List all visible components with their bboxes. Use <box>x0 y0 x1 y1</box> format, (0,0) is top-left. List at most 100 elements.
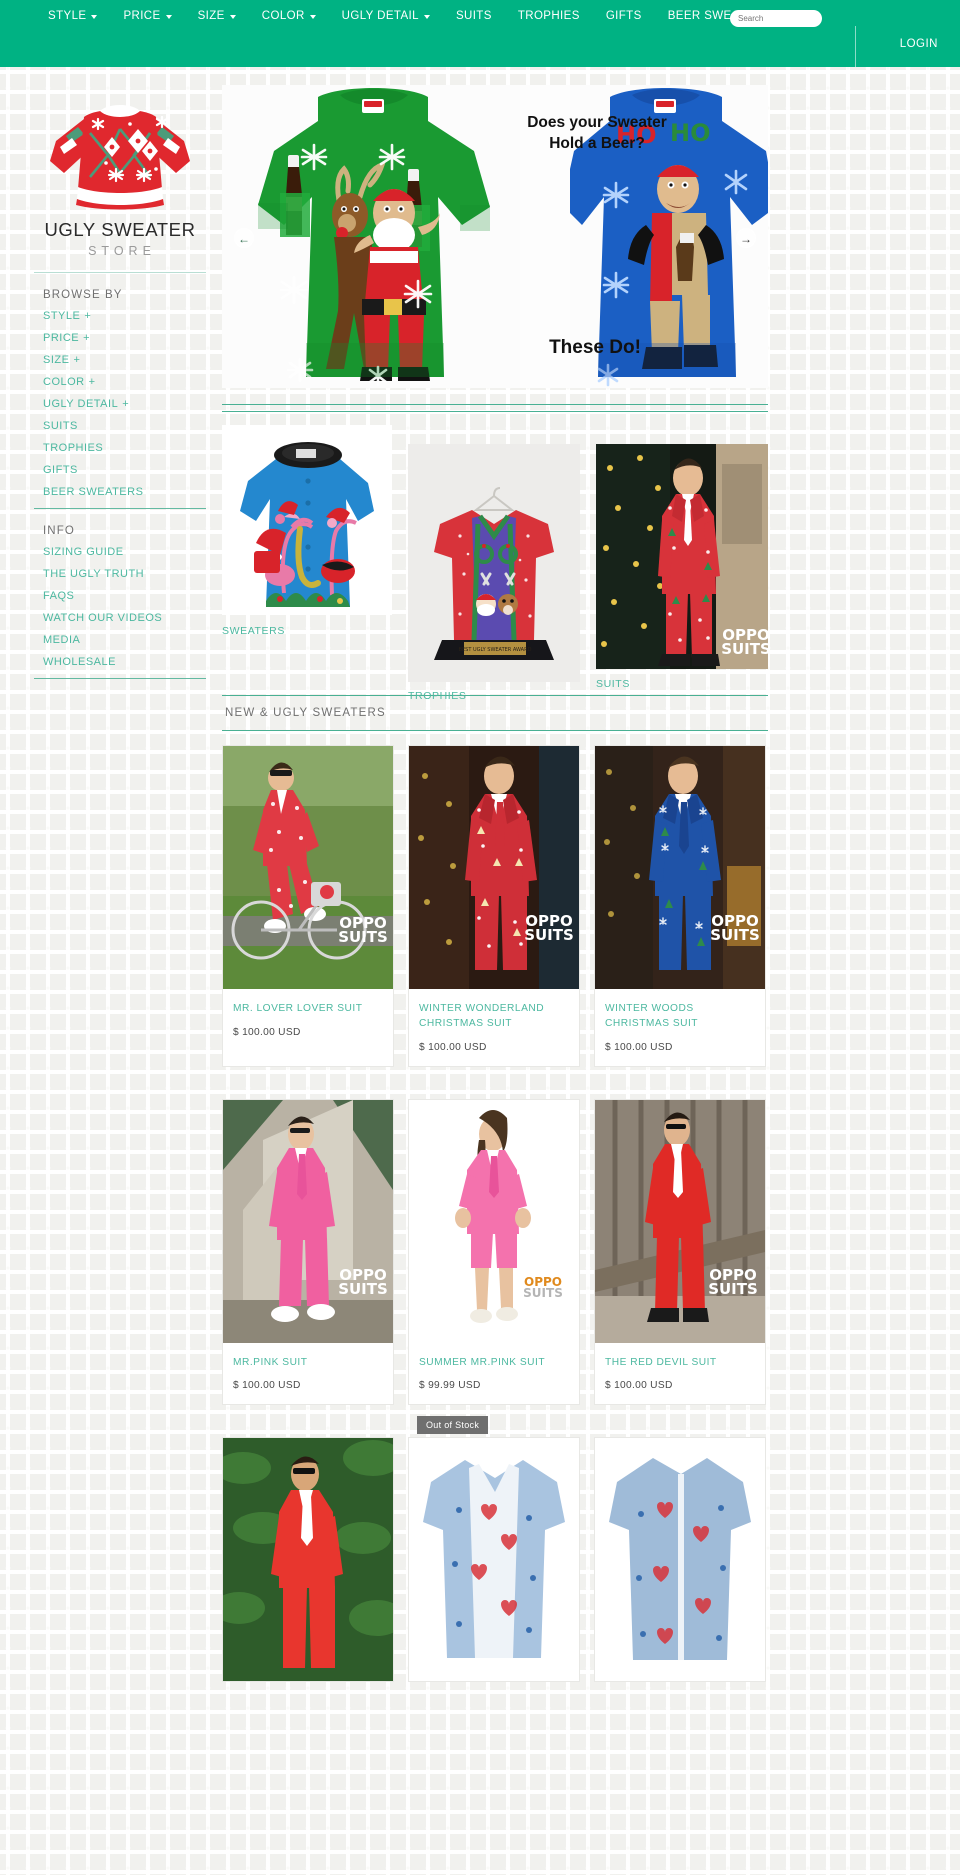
sidebar-item-wholesale[interactable]: WHOLESALE <box>43 656 206 668</box>
product-card[interactable]: OPPO SUITS THE RED DEVIL SUIT $ 100.00 U… <box>594 1098 766 1406</box>
new-section-heading: NEW & UGLY SWEATERS <box>225 707 386 719</box>
sidebar-item-label: UGLY DETAIL <box>43 398 119 410</box>
svg-text:SUITS: SUITS <box>523 1286 563 1300</box>
category-card-sweaters[interactable] <box>222 425 392 615</box>
sidebar-item-label: SIZE <box>43 354 70 366</box>
chevron-down-icon <box>165 15 172 19</box>
product-price: $ 100.00 USD <box>605 1380 673 1392</box>
sidebar-item-color[interactable]: COLOR + <box>43 376 206 388</box>
chevron-down-icon <box>229 15 236 19</box>
expand-plus-icon: + <box>122 398 130 410</box>
product-title[interactable]: MR.PINK SUIT <box>223 1343 393 1371</box>
ugly-sweater-logo-icon <box>50 105 190 210</box>
product-card[interactable] <box>594 1437 766 1683</box>
expand-plus-icon: + <box>73 354 81 366</box>
category-label-suits[interactable]: SUITS <box>596 678 630 690</box>
chevron-down-icon <box>309 15 316 19</box>
site-logo[interactable]: UGLY SWEATER STORE <box>34 85 206 258</box>
nav-item-label: PRICE <box>123 10 161 22</box>
nav-item-gifts[interactable]: GIFTS <box>593 0 655 32</box>
sidebar: UGLY SWEATER STORE BROWSE BY STYLE + PRIC… <box>34 85 206 679</box>
carousel-prev-arrow-icon[interactable]: ← <box>234 228 254 248</box>
svg-text:SUITS: SUITS <box>708 1280 758 1298</box>
product-card[interactable]: Out of Stock <box>408 1416 580 1683</box>
hero-subline: These Do! <box>549 337 641 358</box>
info-heading: INFO <box>43 525 75 537</box>
product-image-row3-1 <box>223 1438 393 1682</box>
product-image-winter-wonderland-christmas-suit: OPPO SUITS <box>409 746 579 989</box>
logo-subtitle: STORE <box>88 244 156 258</box>
sidebar-divider-top <box>34 272 206 273</box>
product-title[interactable]: WINTER WOODS CHRISTMAS SUIT <box>595 989 765 1032</box>
sidebar-item-trophies[interactable]: TROPHIES <box>43 442 206 454</box>
sidebar-item-beer-sweaters[interactable]: BEER SWEATERS <box>43 486 206 498</box>
sidebar-item-watch-our-videos[interactable]: WATCH OUR VIDEOS <box>43 612 206 624</box>
product-card[interactable]: OPPO SUITS WINTER WONDERLAND CHRISTMAS S… <box>408 745 580 1067</box>
nav-item-label: UGLY DETAIL <box>341 10 419 22</box>
sidebar-item-gifts[interactable]: GIFTS <box>43 464 206 476</box>
chevron-down-icon <box>423 15 430 19</box>
product-image-row3-3 <box>595 1438 765 1682</box>
nav-item-label: COLOR <box>261 10 305 22</box>
product-price: $ 100.00 USD <box>605 1041 673 1053</box>
product-card[interactable] <box>222 1437 394 1683</box>
sidebar-item-size[interactable]: SIZE + <box>43 354 206 366</box>
product-card[interactable]: OPPO SUITS SUMMER MR.PINK SUIT $ 99.99 U… <box>408 1098 580 1406</box>
trophy-plaque-text: BEST UGLY SWEATER AWARD <box>459 647 532 653</box>
sidebar-item-label: PRICE <box>43 332 80 344</box>
nav-item-price[interactable]: PRICE <box>110 0 184 32</box>
product-title[interactable]: SUMMER MR.PINK SUIT <box>409 1343 579 1371</box>
product-title[interactable]: WINTER WONDERLAND CHRISTMAS SUIT <box>409 989 579 1032</box>
sidebar-item-price[interactable]: PRICE + <box>43 332 206 344</box>
product-card[interactable]: OPPO SUITS WINTER WOODS CHRISTMAS SUIT $… <box>594 745 766 1067</box>
product-row-3: Out of Stock <box>222 1416 768 1683</box>
product-title[interactable]: THE RED DEVIL SUIT <box>595 1343 765 1371</box>
product-price: $ 100.00 USD <box>419 1041 487 1053</box>
sidebar-item-faqs[interactable]: FAQS <box>43 590 206 602</box>
out-of-stock-badge: Out of Stock <box>417 1416 489 1435</box>
category-card-row: SWEATERS BEST UGLY SWEATER AWARD TROPHIE… <box>222 425 768 702</box>
product-title[interactable]: MR. LOVER LOVER SUIT <box>223 989 393 1017</box>
sidebar-item-label: GIFTS <box>43 464 78 476</box>
sidebar-item-the-ugly-truth[interactable]: THE UGLY TRUTH <box>43 568 206 580</box>
product-image-winter-woods-christmas-suit: OPPO SUITS <box>595 746 765 989</box>
product-card[interactable]: OPPO SUITS MR. LOVER LOVER SUIT $ 100.00… <box>222 745 394 1067</box>
sidebar-item-suits[interactable]: SUITS <box>43 420 206 432</box>
product-row-1: OPPO SUITS MR. LOVER LOVER SUIT $ 100.00… <box>222 745 768 1067</box>
flamingo-sweater-image <box>222 425 392 615</box>
hero-green-sweater-image <box>222 85 520 388</box>
svg-text:SUITS: SUITS <box>524 926 574 944</box>
browse-by-heading: BROWSE BY <box>43 289 123 301</box>
sidebar-item-label: SUITS <box>43 420 78 432</box>
category-card-suits[interactable]: OPPO SUITS <box>596 444 768 669</box>
category-card-trophies[interactable]: BEST UGLY SWEATER AWARD <box>408 444 580 682</box>
chevron-down-icon <box>91 15 98 19</box>
nav-item-ugly-detail[interactable]: UGLY DETAIL <box>329 0 443 32</box>
category-label-sweaters[interactable]: SWEATERS <box>222 625 285 637</box>
sidebar-item-style[interactable]: STYLE + <box>43 310 206 322</box>
nav-item-label: GIFTS <box>605 10 642 22</box>
search-box[interactable] <box>730 8 822 27</box>
nav-item-color[interactable]: COLOR <box>249 0 329 32</box>
expand-plus-icon: + <box>83 332 91 344</box>
hero-banner[interactable]: HO HO Does your Sweater Hold a Beer? The… <box>222 85 768 388</box>
sidebar-item-sizing-guide[interactable]: SIZING GUIDE <box>43 546 206 558</box>
search-input[interactable] <box>730 10 822 27</box>
nav-item-size[interactable]: SIZE <box>185 0 249 32</box>
sidebar-item-media[interactable]: MEDIA <box>43 634 206 646</box>
product-image-row3-2 <box>409 1438 579 1682</box>
nav-item-style[interactable]: STYLE <box>48 0 110 32</box>
nav-item-suits[interactable]: SUITS <box>443 0 505 32</box>
trophy-vest-image: BEST UGLY SWEATER AWARD <box>408 444 580 682</box>
nav-item-trophies[interactable]: TROPHIES <box>505 0 593 32</box>
sidebar-item-ugly-detail[interactable]: UGLY DETAIL + <box>43 398 206 410</box>
main-content: HO HO Does your Sweater Hold a Beer? The… <box>222 85 768 1683</box>
carousel-next-arrow-icon[interactable]: → <box>736 228 756 248</box>
nav-divider <box>855 26 856 67</box>
product-image-mr-lover-lover-suit: OPPO SUITS <box>223 746 393 989</box>
hero-headline: Does your Sweater Hold a Beer? <box>527 114 667 152</box>
login-button[interactable]: LOGIN <box>900 38 938 50</box>
category-label-trophies[interactable]: TROPHIES <box>408 690 466 702</box>
product-card[interactable]: OPPO SUITS MR.PINK SUIT $ 100.00 USD <box>222 1098 394 1406</box>
product-price: $ 99.99 USD <box>419 1380 481 1392</box>
